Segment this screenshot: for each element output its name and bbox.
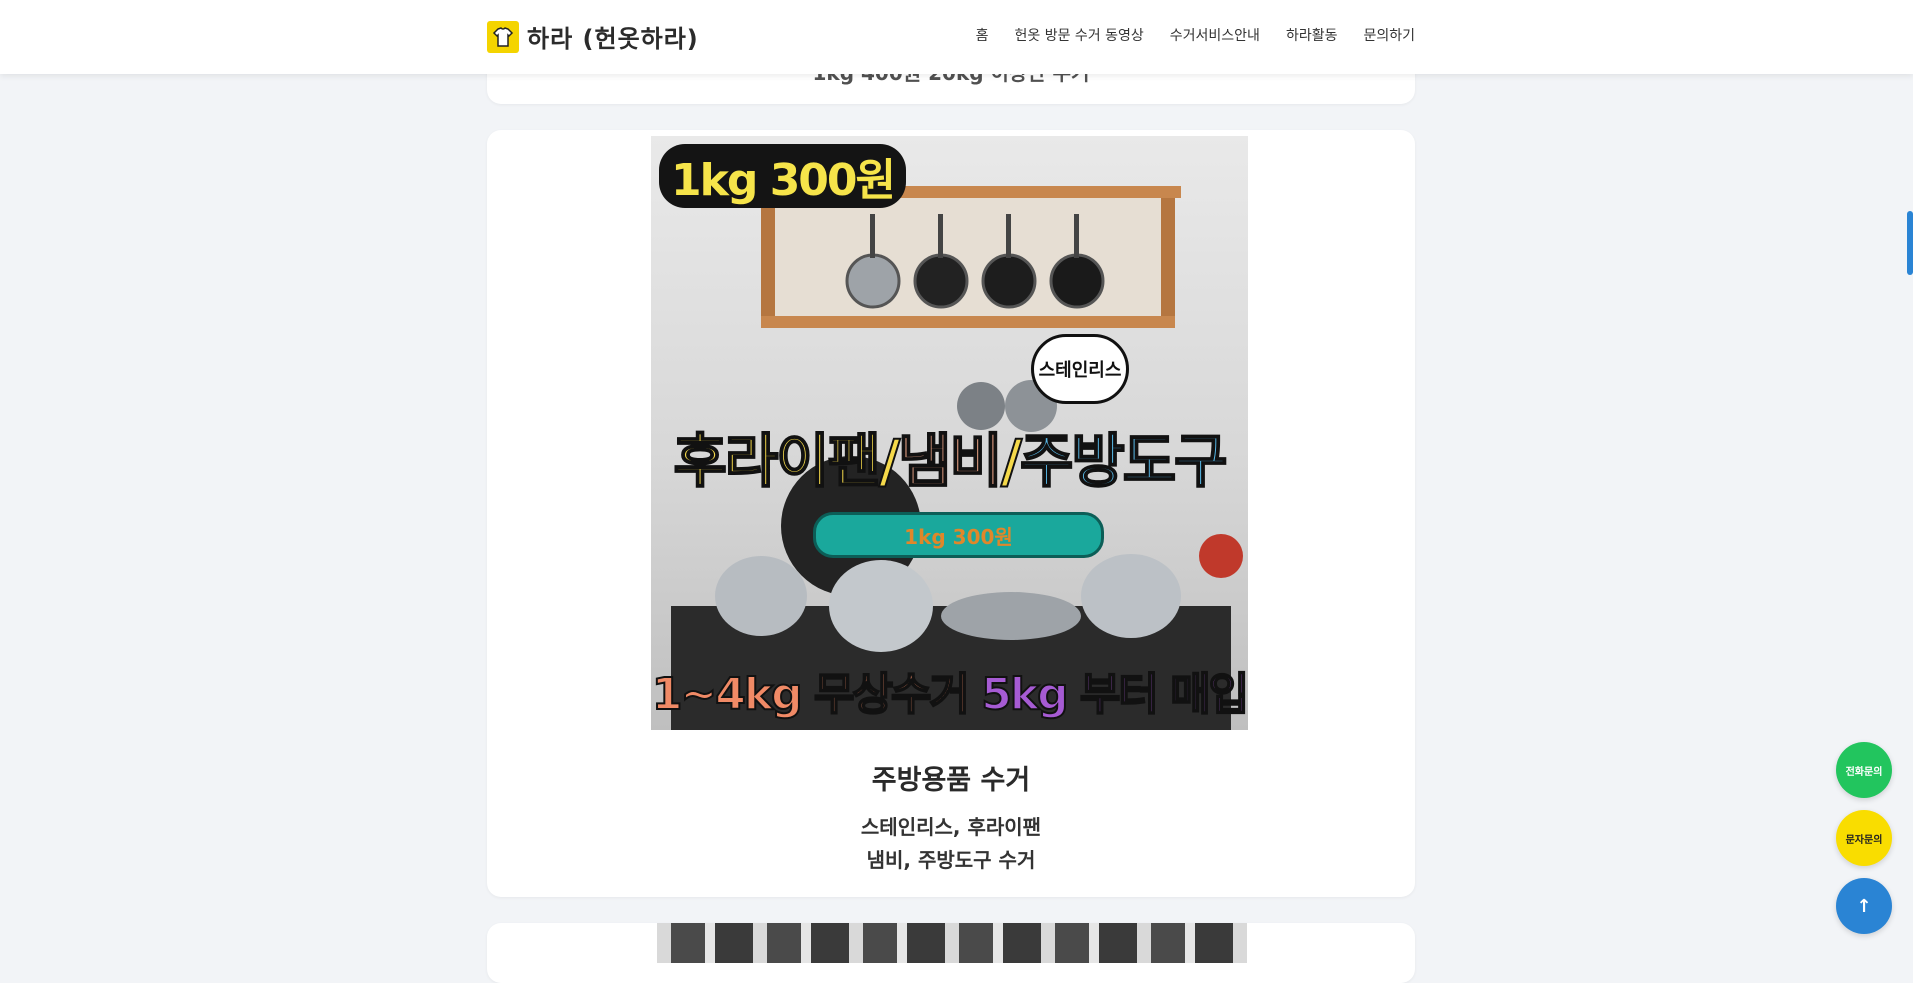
headline-part-1: 후라이팬 — [672, 426, 881, 496]
brand[interactable]: 하라 (헌옷하라) — [487, 19, 699, 54]
nav-service-guide[interactable]: 수거서비스안내 — [1170, 25, 1260, 45]
nav-pickup-video[interactable]: 헌옷 방문 수거 동영상 — [1014, 25, 1143, 45]
nav-home[interactable]: 홈 — [976, 25, 989, 45]
product-card-kitchenware: 1kg 300원 스테인리스 후라이팬/냄비/주방도구 1kg 300원 1~4… — [487, 130, 1415, 897]
kitchenware-photo: 1kg 300원 스테인리스 후라이팬/냄비/주방도구 1kg 300원 1~4… — [651, 136, 1248, 730]
nav-activities[interactable]: 하라활동 — [1286, 25, 1338, 45]
price-badge: 1kg 300원 — [659, 144, 907, 208]
site-header: 하라 (헌옷하라) 홈 헌옷 방문 수거 동영상 수거서비스안내 하라활동 문의… — [0, 0, 1913, 74]
headline-part-2: 냄비 — [897, 426, 1004, 496]
phone-inquiry-button[interactable]: 전화문의 — [1836, 742, 1892, 798]
card-desc-line-2: 냄비, 주방도구 수거 — [866, 848, 1036, 872]
photo-headline: 후라이팬/냄비/주방도구 — [651, 414, 1248, 498]
scrollbar-thumb[interactable] — [1907, 211, 1913, 275]
sms-inquiry-button[interactable]: 문자문의 — [1836, 810, 1892, 866]
photo-bottom-caption: 1~4kg 무상수거 5kg 부터 매입 — [651, 658, 1248, 722]
price-tag: 1kg 300원 — [813, 512, 1104, 558]
card-description: 스테인리스, 후라이팬 냄비, 주방도구 수거 — [487, 811, 1415, 877]
headline-part-3: 주방도구 — [1019, 426, 1228, 496]
headline-slash-1: / — [878, 426, 901, 496]
brand-name: 하라 (헌옷하라) — [527, 25, 699, 53]
arrow-up-icon: ↑ — [1856, 895, 1872, 917]
scroll-to-top-button[interactable]: ↑ — [1836, 878, 1892, 934]
product-card-next — [487, 923, 1415, 983]
nav-contact[interactable]: 문의하기 — [1363, 25, 1415, 45]
headline-slash-2: / — [1000, 426, 1023, 496]
card-desc-line-1: 스테인리스, 후라이팬 — [860, 815, 1042, 839]
speech-bubble: 스테인리스 — [1031, 334, 1129, 404]
shirt-logo-icon — [487, 20, 519, 53]
bottom-part-2: 5kg 부터 매입 — [980, 668, 1248, 721]
main-nav: 홈 헌옷 방문 수거 동영상 수거서비스안내 하라활동 문의하기 — [976, 25, 1415, 45]
bottom-part-1: 1~4kg 무상수거 — [651, 668, 971, 721]
card-title: 주방용품 수거 — [871, 765, 1031, 796]
next-card-photo — [657, 923, 1247, 963]
